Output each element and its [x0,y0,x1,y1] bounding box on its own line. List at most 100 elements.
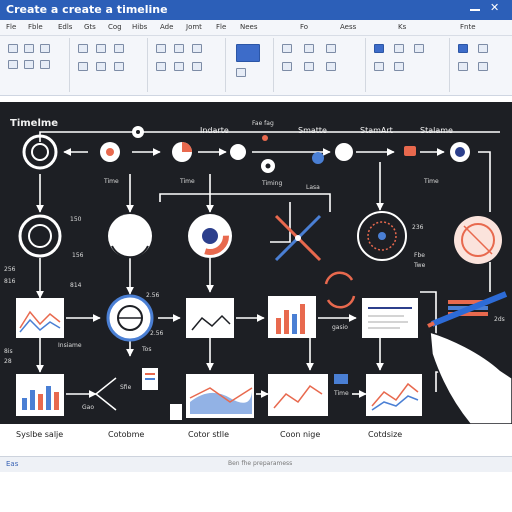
ribbon-button[interactable] [478,62,488,71]
label-bottom-5: Cotdsize [368,430,403,439]
tab-6[interactable]: Hibs [132,23,147,31]
label-indarte: Indarte [200,126,229,135]
tools-icon [274,214,322,262]
label-bottom-4: Coon nige [280,430,321,439]
label-236: 236 [412,224,424,231]
label-8is: 8is [4,348,13,355]
tab-10[interactable]: Nees [240,23,258,31]
network-icon [357,211,407,261]
ribbon-button[interactable] [8,44,18,53]
ribbon-button[interactable] [78,44,88,53]
label-time-2: Time [180,178,195,185]
ribbon-group-7 [452,38,510,92]
tab-3[interactable]: Edls [58,23,72,31]
ribbon-button[interactable] [40,44,50,53]
ribbon-button[interactable] [24,44,34,53]
ribbon-button[interactable] [174,44,184,53]
label-twe: Twe [414,262,426,269]
ribbon-button[interactable] [282,62,292,71]
ribbon-tabs: Fle Fble Edls Gts Cog Hibs Ade Jomt Fle … [0,20,512,36]
ribbon-button[interactable] [114,44,124,53]
document-icon-1 [142,368,158,390]
dial-icon-3 [188,214,232,258]
branch-icon [95,377,117,411]
label-timing: Timing [262,180,283,187]
label-bottom-3: Cotor stlle [188,430,230,439]
label-bottom-2: Cotobme [108,430,145,439]
gear-icon [132,126,144,138]
ribbon-button[interactable] [478,44,488,53]
label-stalame: Stalame [420,126,453,135]
ribbon-button[interactable] [326,44,336,53]
ribbon-button[interactable] [24,60,34,69]
status-bar: Eas Ben fhe preparamess [0,456,512,472]
ribbon-button[interactable] [114,62,124,71]
dial-icon-1 [18,214,62,258]
tab-12[interactable]: Aess [340,23,356,31]
ribbon-button[interactable] [8,60,18,69]
label-sfie: Sfie [120,384,132,391]
ribbon-button[interactable] [374,62,384,71]
ribbon-large-button[interactable] [236,44,260,62]
label-256c: 2.56 [150,330,164,337]
ribbon-group-5 [276,38,366,92]
ribbon-button[interactable] [78,62,88,71]
status-left: Eas [6,460,19,468]
ribbon-button[interactable] [192,44,202,53]
tab-9[interactable]: Fle [216,23,226,31]
tab-4[interactable]: Gts [84,23,96,31]
ribbon-button[interactable] [374,44,384,53]
chat-icon [404,146,416,156]
timeline-canvas[interactable]: Timelme Indarte Smatte StamArt Stalame T… [0,102,512,424]
tab-13[interactable]: Ks [398,23,406,31]
ribbon: Fle Fble Edls Gts Cog Hibs Ade Jomt Fle … [0,20,512,96]
ribbon-button[interactable] [304,44,314,53]
ribbon-button[interactable] [414,44,424,53]
chart-card-7 [366,374,422,416]
document-icon-2 [170,404,182,420]
ribbon-button[interactable] [96,44,106,53]
tab-1[interactable]: Fle [6,23,16,31]
ribbon-button[interactable] [458,44,468,53]
ribbon-button[interactable] [236,68,246,77]
ribbon-button[interactable] [458,62,468,71]
tab-8[interactable]: Jomt [186,23,202,31]
label-time-1: Time [104,178,119,185]
label-gao: Gao [82,404,94,411]
ribbon-button[interactable] [282,44,292,53]
chart-card-5 [16,374,64,416]
ribbon-button[interactable] [156,44,166,53]
tab-5[interactable]: Cog [108,23,122,31]
dots-icon [335,143,353,161]
ribbon-button[interactable] [174,62,184,71]
tab-2[interactable]: Fble [28,23,43,31]
node-icon [230,144,246,160]
chart-card-6 [268,374,328,416]
chart-card-2 [186,298,234,338]
label-time-3: Time [424,178,439,185]
ribbon-button[interactable] [394,44,404,53]
ribbon-button[interactable] [394,62,404,71]
ribbon-group-1 [2,38,70,92]
tab-11[interactable]: Fo [300,23,308,31]
tab-14[interactable]: Fnte [460,23,476,31]
close-button[interactable]: ✕ [490,2,500,13]
label-2ds: 2ds [494,316,505,323]
ribbon-button[interactable] [40,60,50,69]
label-fag: Fae fag [252,120,274,127]
timeline-diagram [16,126,512,424]
ribbon-button[interactable] [156,62,166,71]
minimize-button[interactable] [470,3,480,11]
monitor-icon [334,374,348,384]
chart-card-3 [268,296,316,338]
ribbon-button[interactable] [96,62,106,71]
ribbon-button[interactable] [192,62,202,71]
label-time-4: Time [334,390,349,397]
label-256b: 2.56 [146,292,160,299]
label-256: 256 [4,266,16,273]
ribbon-button[interactable] [304,62,314,71]
ribbon-button[interactable] [326,62,336,71]
tab-7[interactable]: Ade [160,23,173,31]
ribbon-group-3 [150,38,226,92]
taskbar-button[interactable] [6,478,26,492]
